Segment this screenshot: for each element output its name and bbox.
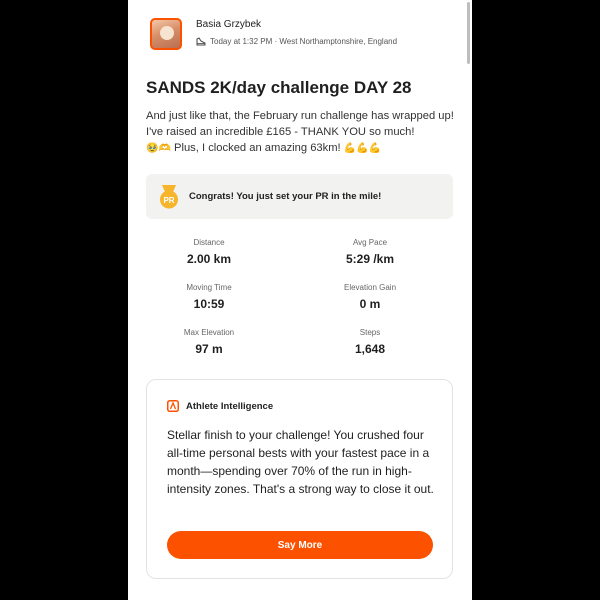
athlete-intelligence-summary: Stellar finish to your challenge! You cr… xyxy=(167,428,434,496)
pr-banner[interactable]: PR Congrats! You just set your PR in the… xyxy=(146,174,453,219)
activity-screen: Basia Grzybek Today at 1:32 PM · West No… xyxy=(128,0,472,600)
holding-back-tears-emoji: 🥹 xyxy=(146,143,159,154)
activity-header: Basia Grzybek Today at 1:32 PM · West No… xyxy=(150,18,397,50)
say-more-button[interactable]: Say More xyxy=(167,531,433,559)
stat-label: Distance xyxy=(193,238,225,247)
description-text: And just like that, the February run cha… xyxy=(146,110,454,138)
description-text-2: Plus, I clocked an amazing 63km! xyxy=(174,142,341,154)
stat-value: 5:29 /km xyxy=(345,252,395,266)
stat-distance: Distance 2.00 km xyxy=(159,238,259,266)
stat-steps: Steps 1,648 xyxy=(320,328,420,356)
athlete-intelligence-header: Athlete Intelligence xyxy=(167,400,273,412)
stat-label: Elevation Gain xyxy=(343,283,397,292)
activity-time-location: Today at 1:32 PM · West Northamptonshire… xyxy=(210,37,398,46)
activity-description: And just like that, the February run cha… xyxy=(146,108,456,157)
activity-title: SANDS 2K/day challenge DAY 28 xyxy=(146,78,412,97)
stat-value: 0 m xyxy=(359,297,381,311)
pr-medal-icon: PR xyxy=(160,184,178,208)
running-shoe-icon xyxy=(196,37,206,46)
stat-label: Moving Time xyxy=(186,283,232,292)
stat-avg-pace: Avg Pace 5:29 /km xyxy=(320,238,420,266)
stat-max-elevation: Max Elevation 97 m xyxy=(159,328,259,356)
stat-elevation-gain: Elevation Gain 0 m xyxy=(320,283,420,311)
stat-value: 2.00 km xyxy=(186,252,232,266)
stat-label: Steps xyxy=(359,328,381,337)
stat-value: 97 m xyxy=(195,342,223,356)
stat-value: 10:59 xyxy=(193,297,225,311)
pr-message: Congrats! You just set your PR in the mi… xyxy=(189,191,382,202)
heart-hands-emoji: 🫶 xyxy=(158,143,171,154)
pr-badge-label: PR xyxy=(163,196,174,205)
athlete-name[interactable]: Basia Grzybek xyxy=(196,19,397,31)
athlete-intelligence-title: Athlete Intelligence xyxy=(186,400,274,412)
avatar[interactable] xyxy=(150,18,182,50)
activity-meta: Today at 1:32 PM · West Northamptonshire… xyxy=(196,37,397,46)
stat-value: 1,648 xyxy=(354,342,386,356)
scrollbar[interactable] xyxy=(467,2,470,64)
flexed-biceps-emoji: 💪💪💪 xyxy=(343,143,382,154)
stat-moving-time: Moving Time 10:59 xyxy=(159,283,259,311)
stat-label: Avg Pace xyxy=(352,238,388,247)
athlete-intelligence-card: Athlete Intelligence Stellar finish to y… xyxy=(146,379,453,579)
athlete-intelligence-icon xyxy=(167,400,179,412)
stat-label: Max Elevation xyxy=(183,328,235,337)
